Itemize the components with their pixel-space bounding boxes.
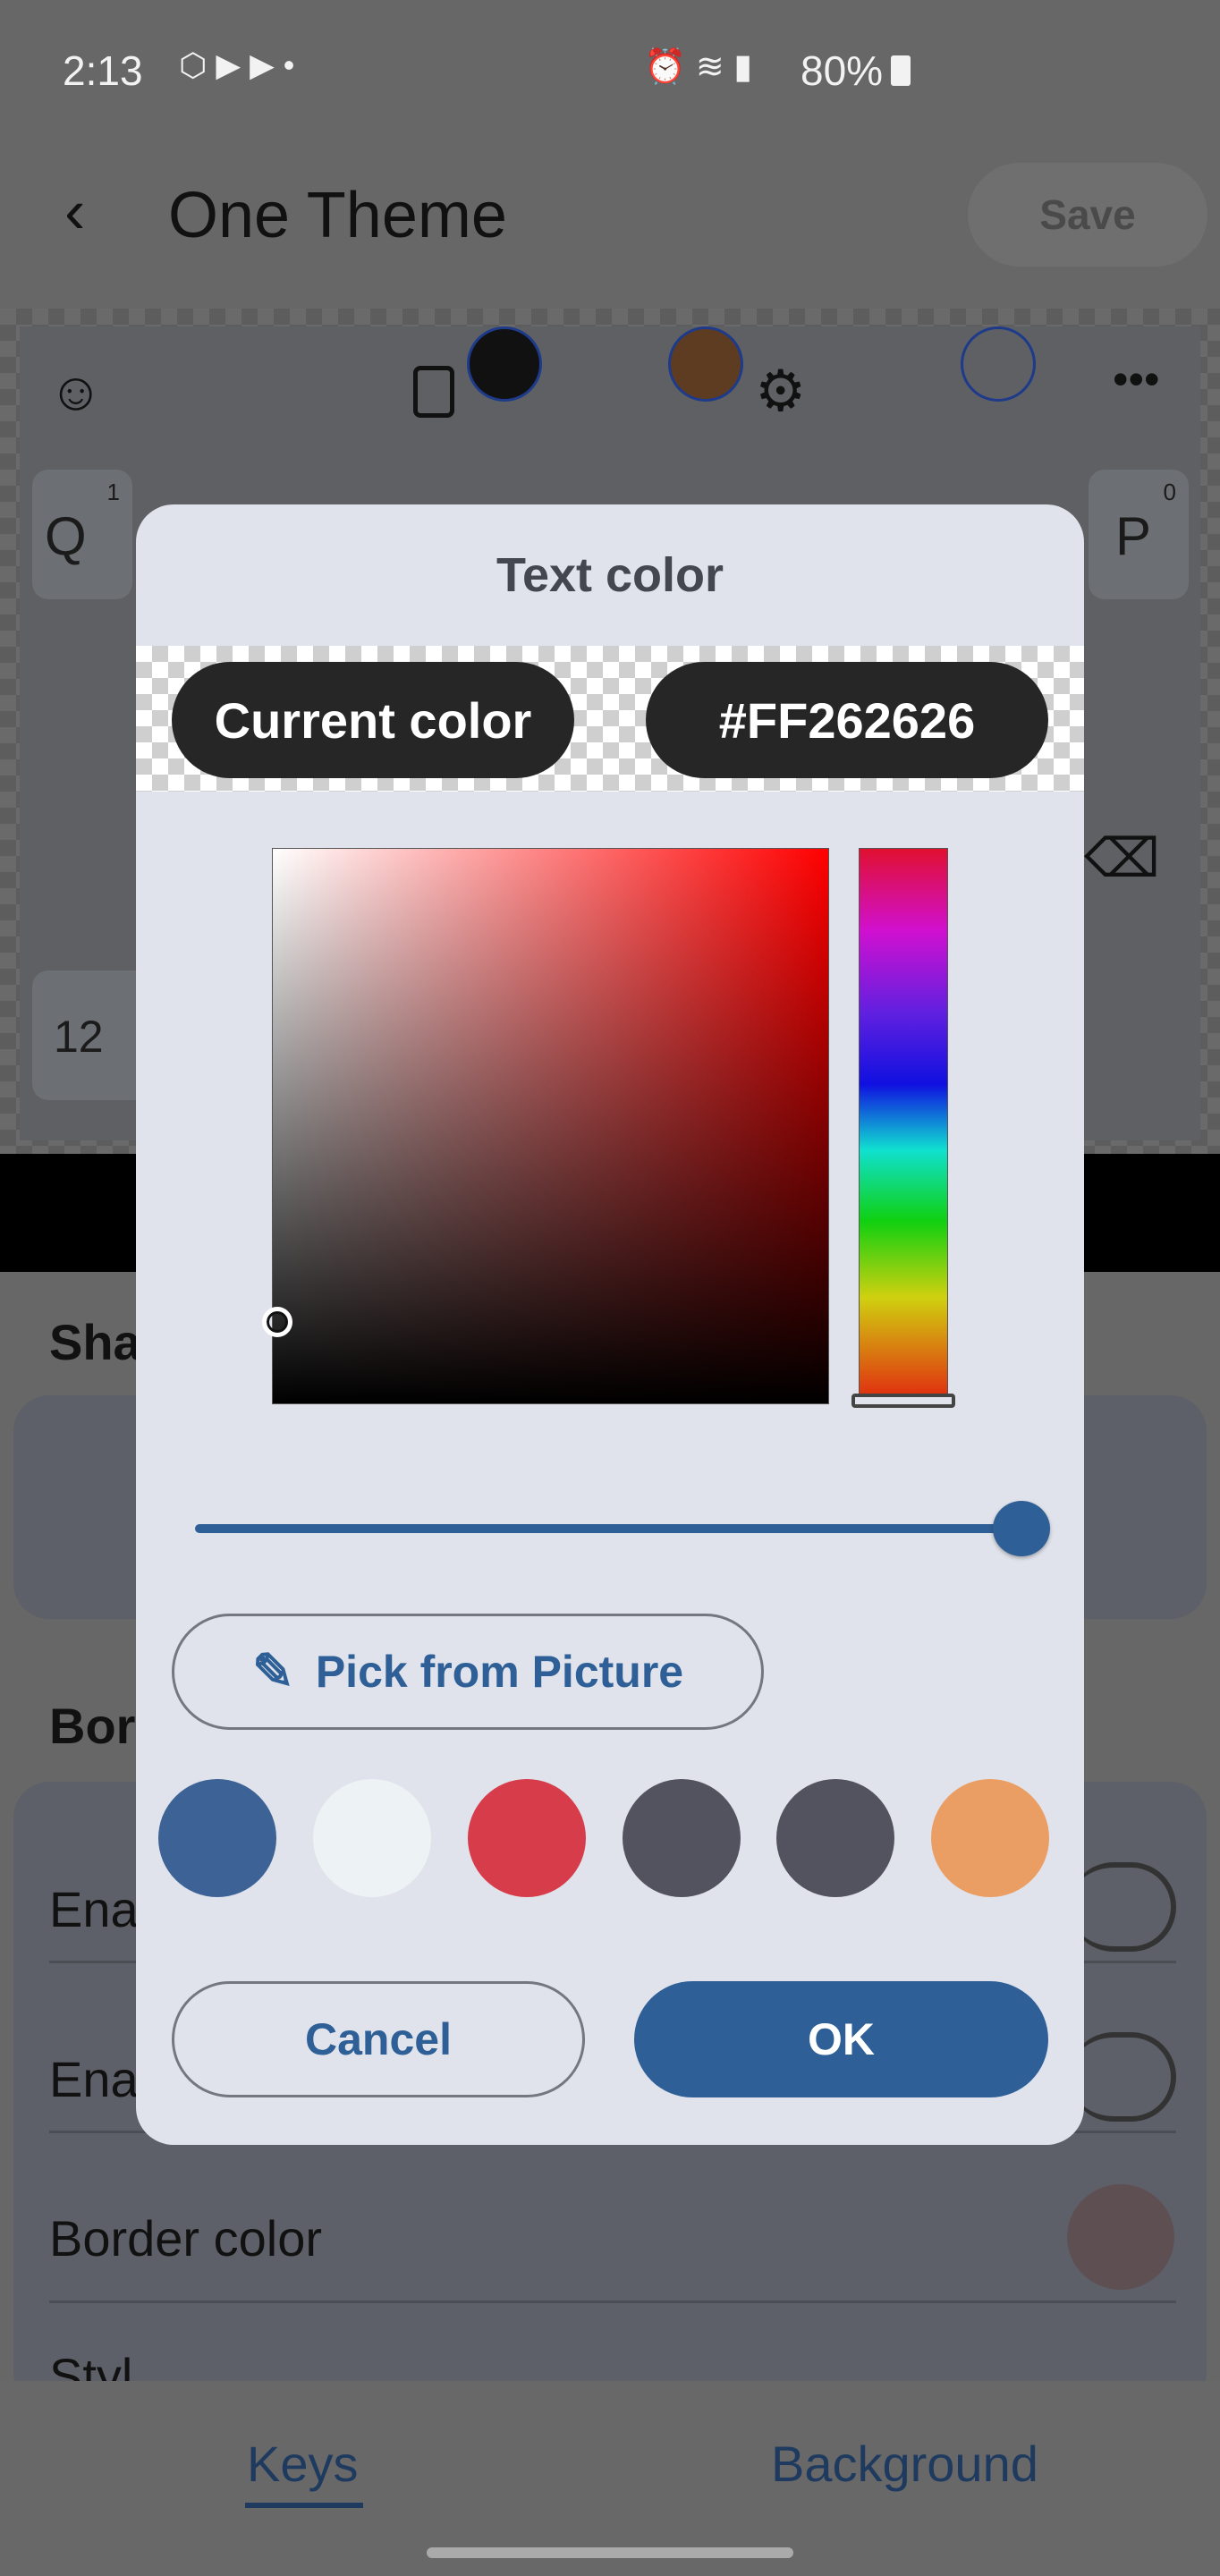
alarm-wifi-signal-icons: ⏰ ≋ ▮ <box>644 48 753 86</box>
emoji-icon: ☺ <box>48 361 104 421</box>
clipboard-icon <box>413 366 454 418</box>
key-label: Q <box>45 506 87 566</box>
enable-row[interactable]: Ena <box>49 1880 139 1938</box>
alpha-slider-track[interactable] <box>195 1524 1022 1533</box>
key: 0P <box>1089 470 1189 599</box>
hue-handle[interactable] <box>851 1394 955 1408</box>
tab-keys[interactable]: Keys <box>247 2435 359 2493</box>
swatch[interactable] <box>158 1779 276 1897</box>
border-color-swatch[interactable] <box>1067 2184 1174 2290</box>
key-label: P <box>1115 506 1152 566</box>
dialog-title: Text color <box>496 548 724 602</box>
gear-icon: ⚙ <box>755 359 807 423</box>
color-handle[interactable] <box>467 326 542 402</box>
toggle[interactable] <box>1069 2032 1176 2122</box>
key-number: 0 <box>1163 479 1176 505</box>
swatch[interactable] <box>931 1779 1049 1897</box>
more-icon: ••• <box>1113 354 1160 404</box>
pick-from-picture-label: Pick from Picture <box>315 1647 684 1697</box>
border-color-row[interactable]: Border color <box>49 2209 322 2267</box>
status-bar: 2:13 ⬡ ▶ ▶ • ⏰ ≋ ▮ 80% <box>0 0 1220 143</box>
back-icon[interactable]: ‹ <box>64 175 85 247</box>
page-title: One Theme <box>168 180 507 251</box>
color-picker-dialog: Text color Current color #FF262626 ✎ Pic… <box>136 504 1084 2145</box>
ok-button[interactable]: OK <box>634 1981 1048 2097</box>
color-handle[interactable] <box>668 326 743 402</box>
notification-icons: ⬡ ▶ ▶ • <box>179 47 295 83</box>
enable-row[interactable]: Ena <box>49 2050 139 2108</box>
alpha-slider-thumb[interactable] <box>993 1501 1050 1556</box>
swatch[interactable] <box>313 1779 431 1897</box>
hex-value-pill[interactable]: #FF262626 <box>646 662 1048 778</box>
current-color-pill: Current color <box>172 662 574 778</box>
key: 1Q <box>32 470 132 599</box>
color-handle[interactable] <box>961 326 1036 402</box>
swatch[interactable] <box>623 1779 741 1897</box>
divider <box>49 2301 1176 2303</box>
swatch[interactable] <box>776 1779 894 1897</box>
swatch[interactable] <box>468 1779 586 1897</box>
key-number: 1 <box>106 479 120 505</box>
sv-handle[interactable] <box>262 1307 292 1337</box>
cancel-button[interactable]: Cancel <box>172 1981 585 2097</box>
bottom-nav: Keys Background <box>0 2381 1220 2576</box>
tab-background[interactable]: Background <box>771 2435 1038 2493</box>
hue-bar[interactable] <box>859 848 948 1397</box>
section-heading: Bor <box>49 1698 136 1754</box>
section-heading: Sha <box>49 1314 141 1370</box>
battery-percent: 80% <box>801 47 884 94</box>
tab-indicator <box>245 2503 363 2508</box>
battery-icon <box>891 55 911 86</box>
home-indicator[interactable] <box>427 2547 793 2558</box>
backspace-icon: ⌫ <box>1084 828 1160 888</box>
key-label: 12 <box>54 1012 104 1062</box>
save-button[interactable]: Save <box>968 163 1207 267</box>
toggle[interactable] <box>1069 1862 1176 1952</box>
saturation-value-area[interactable] <box>262 848 829 1404</box>
eyedropper-icon: ✎ <box>251 1643 294 1699</box>
style-row[interactable]: Styl <box>49 2347 132 2383</box>
clock: 2:13 <box>63 47 143 94</box>
color-preview-strip: Current color #FF262626 <box>136 646 1084 792</box>
pick-from-picture-button[interactable]: ✎ Pick from Picture <box>172 1614 764 1730</box>
